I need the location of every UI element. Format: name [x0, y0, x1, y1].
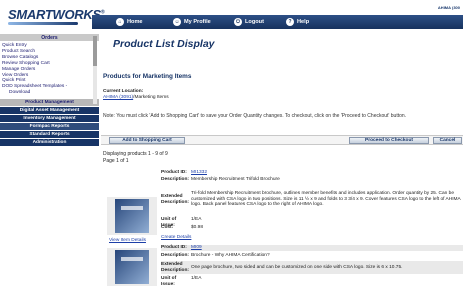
help-icon: ?: [286, 18, 294, 26]
sidebar-section-formpac-reports[interactable]: Formpac Reports: [0, 123, 99, 131]
product-thumbnail[interactable]: [107, 197, 157, 235]
sidebar: Orders Quick Entry Product Search Browse…: [0, 30, 99, 286]
cost-value: $0.98: [191, 225, 204, 230]
sidebar-section-administration[interactable]: Administration: [0, 139, 99, 147]
sidebar-section-product-management[interactable]: Product Management: [0, 99, 99, 107]
extended-description-row: Extended Description: Tri-fold Membershi…: [161, 184, 463, 215]
product-thumbnail[interactable]: [107, 248, 157, 286]
unit-of-issue-value: 1/EA: [191, 276, 202, 281]
sidebar-heading-orders[interactable]: Orders: [0, 34, 99, 42]
home-icon: ⌂: [116, 18, 124, 26]
current-location-label: Current Location:: [103, 89, 144, 94]
logout-icon: ⏻: [234, 18, 242, 26]
product-image: [115, 250, 149, 284]
unit-of-issue-label: Unit of Issue:: [161, 276, 177, 286]
description-value: Brochure - Why AHIMA Certification?: [191, 253, 270, 258]
breadcrumb: AHIMA (3091)/Marketing Items: [103, 95, 169, 100]
section-title: Products for Marketing Items: [103, 73, 192, 80]
product-image: [115, 199, 149, 233]
main-nav: AHIMA (300 ⌂ Home ☺ My Profile ⏻ Logout ? He…: [92, 5, 463, 29]
nav-my-profile[interactable]: ☺ My Profile: [173, 17, 211, 27]
extended-description-row: Extended Description: One page brochure,…: [161, 261, 463, 274]
cancel-button[interactable]: Cancel: [433, 137, 462, 144]
cost-row: Cost: $0.98: [161, 225, 463, 231]
brand-tag: AHIMA (300: [437, 5, 460, 10]
description-label: Description:: [161, 253, 189, 258]
nav-logout[interactable]: ⏻ Logout: [234, 17, 264, 27]
extended-description-label: Extended Description:: [161, 261, 189, 273]
product-id-row: Product ID: MI1332: [161, 170, 463, 176]
sidebar-section-digital-asset-management[interactable]: Digital Asset Management: [0, 107, 99, 115]
sidebar-section-inventory-management[interactable]: Inventory Management: [0, 115, 99, 123]
smartworks-logo[interactable]: SMARTWORKS®: [8, 7, 105, 22]
product-id-label: Product ID:: [161, 170, 187, 175]
add-to-cart-button[interactable]: Add to Shopping Cart: [109, 137, 185, 144]
profile-icon: ☺: [173, 18, 181, 26]
extended-description-value: Tri-fold Membership Recruitment brochure…: [191, 191, 461, 208]
description-row: Description: Membership Recruitment Trif…: [161, 177, 463, 183]
breadcrumb-link-ahima[interactable]: AHIMA (3091): [103, 95, 133, 100]
display-info: Displaying products 1 - 9 of 9 Page 1 of…: [103, 151, 168, 164]
sidebar-section-standard-reports[interactable]: Standard Reports: [0, 131, 99, 139]
product-id-row: Product ID: MI09: [161, 245, 463, 251]
breadcrumb-current: /Marketing Items: [133, 95, 169, 100]
description-value: Membership Recruitment Trifold Brochure: [191, 177, 280, 182]
page-info: Page 1 of 1: [103, 157, 129, 164]
extended-description-value: One page brochure, two sided and can be …: [191, 264, 403, 270]
product-id-label: Product ID:: [161, 245, 187, 250]
sidebar-scrollbar[interactable]: [93, 36, 97, 104]
extended-description-label: Extended Description:: [161, 193, 189, 205]
display-count: Displaying products 1 - 9 of 9: [103, 151, 168, 157]
product-id-link[interactable]: MI1332: [191, 170, 463, 176]
sidebar-orders-list: Quick Entry Product Search Browse Catalo…: [0, 42, 99, 98]
create-details-link[interactable]: Create Details: [161, 235, 191, 240]
nav-home[interactable]: ⌂ Home: [116, 17, 143, 27]
proceed-to-checkout-button[interactable]: Proceed to Checkout: [349, 137, 429, 144]
cost-label: Cost:: [161, 225, 174, 230]
unit-of-issue-row: Unit of Issue: 1/EA: [161, 276, 463, 286]
logo-swoosh: [8, 22, 78, 25]
main-content: Product List Display Products for Market…: [101, 30, 463, 286]
sidebar-item-download[interactable]: Download: [0, 90, 99, 96]
action-bar: Add to Shopping Cart Proceed to Checkout…: [101, 135, 463, 145]
top-bar: SMARTWORKS® AHIMA (300 ⌂ Home ☺ My Profile…: [0, 0, 463, 30]
description-label: Description:: [161, 177, 189, 182]
page-title: Product List Display: [113, 38, 215, 50]
view-item-details-link[interactable]: View Item Details: [109, 238, 146, 243]
description-row: Description: Brochure - Why AHIMA Certif…: [161, 253, 463, 259]
product-id-link[interactable]: MI09: [191, 245, 463, 251]
nav-help[interactable]: ? Help: [286, 17, 309, 27]
checkout-note: Note: You must click 'Add to Shopping Ca…: [103, 113, 407, 119]
